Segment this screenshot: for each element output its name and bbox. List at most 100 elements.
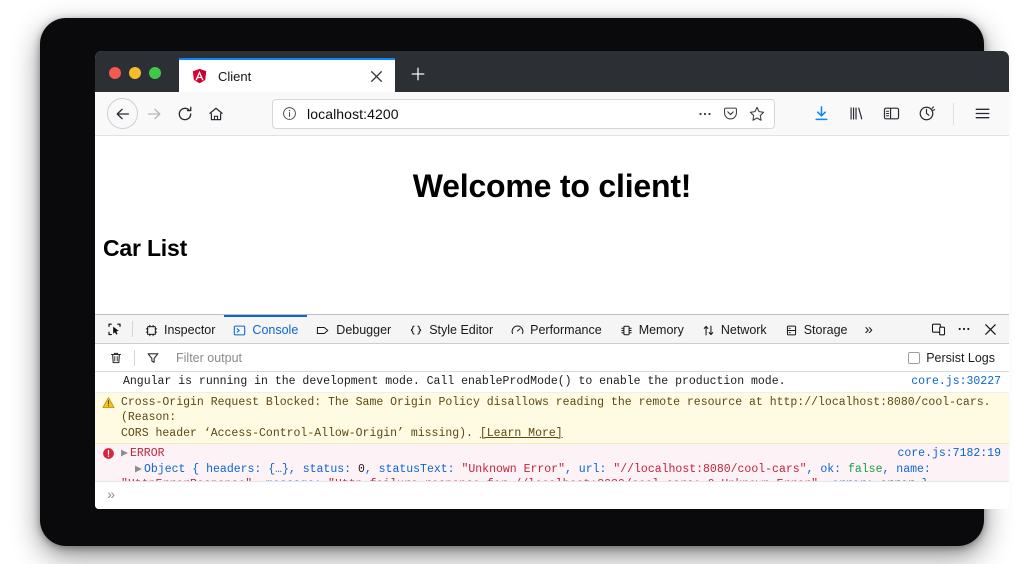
browser-window: Client bbox=[95, 51, 1009, 509]
object-expand-twisty[interactable]: ▶ bbox=[135, 462, 144, 478]
console-filter-bar: Filter output Persist Logs bbox=[95, 344, 1009, 372]
debugger-icon bbox=[316, 324, 330, 337]
storage-icon bbox=[785, 324, 798, 337]
sync-icon[interactable] bbox=[911, 99, 941, 129]
console-message-error[interactable]: ▶ERROR ▶Object { headers: {…}, status: 0… bbox=[95, 444, 1009, 481]
page-title: Welcome to client! bbox=[95, 168, 1009, 205]
persist-logs-toggle[interactable]: Persist Logs bbox=[908, 351, 1009, 365]
section-heading-car-list: Car List bbox=[103, 235, 1009, 262]
console-source-link[interactable]: core.js:7182:19 bbox=[897, 446, 1001, 462]
devtools-tab-memory[interactable]: Memory bbox=[611, 315, 693, 343]
devtools-tab-label: Console bbox=[252, 323, 298, 337]
angular-icon bbox=[191, 68, 208, 85]
pocket-icon[interactable] bbox=[720, 103, 741, 124]
home-button[interactable] bbox=[200, 98, 231, 129]
address-bar[interactable]: localhost:4200 bbox=[272, 99, 775, 129]
performance-icon bbox=[511, 324, 524, 337]
back-button[interactable] bbox=[107, 98, 138, 129]
ok-value: false bbox=[848, 463, 883, 476]
info-icon[interactable] bbox=[282, 106, 297, 121]
error-expand-twisty[interactable]: ▶ bbox=[121, 446, 130, 462]
name-key: , name: bbox=[882, 463, 930, 476]
console-input-row[interactable]: » bbox=[95, 481, 1009, 509]
minimize-window-button[interactable] bbox=[129, 67, 141, 79]
browser-tab-client[interactable]: Client bbox=[179, 58, 395, 92]
console-message-warning[interactable]: Cross-Origin Request Blocked: The Same O… bbox=[95, 393, 1009, 445]
console-prompt-chevron-icon: » bbox=[95, 488, 123, 504]
inspector-icon bbox=[145, 324, 158, 337]
message-value: "Http failure response for //localhost:8… bbox=[328, 478, 818, 481]
devtools-tab-label: Memory bbox=[639, 323, 684, 337]
status-value: 0 bbox=[358, 463, 365, 476]
object-close: } bbox=[915, 478, 929, 481]
warning-triangle-icon bbox=[95, 395, 121, 442]
error-title: ERROR bbox=[130, 447, 165, 460]
page-actions-button[interactable] bbox=[694, 103, 715, 124]
status-text-key: , statusText: bbox=[365, 463, 462, 476]
window-controls bbox=[95, 67, 174, 92]
trash-icon[interactable] bbox=[103, 351, 129, 365]
forward-button[interactable] bbox=[138, 98, 169, 129]
console-source-link[interactable]: core.js:30227 bbox=[911, 374, 1001, 390]
funnel-icon[interactable] bbox=[140, 351, 166, 365]
persist-logs-checkbox[interactable] bbox=[908, 352, 920, 364]
close-tab-button[interactable] bbox=[368, 68, 385, 85]
reload-button[interactable] bbox=[169, 98, 200, 129]
hamburger-menu-icon[interactable] bbox=[967, 99, 997, 129]
devtools-tab-network[interactable]: Network bbox=[693, 315, 776, 343]
log-gutter bbox=[95, 374, 121, 390]
warning-line-2: CORS header ‘Access-Control-Allow-Origin… bbox=[121, 427, 480, 440]
message-key: , message: bbox=[252, 478, 328, 481]
console-warning-body: Cross-Origin Request Blocked: The Same O… bbox=[121, 395, 1009, 442]
devtools-tab-label: Style Editor bbox=[429, 323, 493, 337]
bookmark-star-icon[interactable] bbox=[746, 103, 767, 124]
ok-key: , ok: bbox=[807, 463, 848, 476]
toolbar-divider bbox=[953, 103, 954, 125]
element-picker-icon[interactable] bbox=[99, 315, 129, 343]
close-window-button[interactable] bbox=[109, 67, 121, 79]
console-error-body: ▶ERROR ▶Object { headers: {…}, status: 0… bbox=[121, 446, 1009, 481]
memory-icon bbox=[620, 324, 633, 337]
name-value: "HttpErrorResponse" bbox=[121, 478, 252, 481]
devtools-tab-label: Inspector bbox=[164, 323, 215, 337]
filterbar-divider bbox=[134, 350, 135, 366]
devtools-tab-inspector[interactable]: Inspector bbox=[136, 315, 224, 343]
devtools-overflow-button[interactable]: » bbox=[856, 315, 880, 343]
console-message-log[interactable]: Angular is running in the development mo… bbox=[95, 372, 1009, 393]
devtools-tab-label: Storage bbox=[804, 323, 848, 337]
url-key: , url: bbox=[565, 463, 613, 476]
console-output[interactable]: Angular is running in the development mo… bbox=[95, 372, 1009, 481]
devtools-tab-storage[interactable]: Storage bbox=[776, 315, 857, 343]
learn-more-link[interactable]: [Learn More] bbox=[480, 427, 563, 440]
devtools-tab-bar: Inspector Console bbox=[95, 315, 1009, 344]
url-text: localhost:4200 bbox=[307, 106, 689, 122]
devtools-divider bbox=[132, 321, 133, 337]
page-content: Welcome to client! Car List bbox=[95, 136, 1009, 314]
zoom-window-button[interactable] bbox=[149, 67, 161, 79]
devtools-tab-style-editor[interactable]: Style Editor bbox=[400, 315, 502, 343]
error-object-line-2: "HttpErrorResponse", message: "Http fail… bbox=[121, 478, 928, 481]
new-tab-button[interactable] bbox=[403, 59, 433, 89]
devtools-tab-performance[interactable]: Performance bbox=[502, 315, 611, 343]
library-icon[interactable] bbox=[841, 99, 871, 129]
devtools-tab-label: Debugger bbox=[336, 323, 391, 337]
error-key: , error: bbox=[818, 478, 880, 481]
style-editor-icon bbox=[409, 324, 423, 337]
filter-output-input[interactable]: Filter output bbox=[166, 351, 908, 365]
url-value: "//localhost:8080/cool-cars" bbox=[613, 463, 806, 476]
devtools-tab-debugger[interactable]: Debugger bbox=[307, 315, 400, 343]
sidebar-icon[interactable] bbox=[876, 99, 906, 129]
devtools-meatball-menu-icon[interactable] bbox=[951, 315, 977, 343]
status-text-value: "Unknown Error" bbox=[461, 463, 565, 476]
error-object-line: ▶Object { headers: {…}, status: 0, statu… bbox=[121, 463, 931, 476]
error-circle-icon bbox=[95, 446, 121, 481]
responsive-design-mode-icon[interactable] bbox=[925, 315, 951, 343]
error-value: error bbox=[880, 478, 915, 481]
downloads-icon[interactable] bbox=[806, 99, 836, 129]
developer-tools-panel: Inspector Console bbox=[95, 314, 1009, 509]
network-icon bbox=[702, 324, 715, 337]
console-icon bbox=[233, 324, 246, 337]
devtools-tab-console[interactable]: Console bbox=[224, 315, 307, 343]
devtools-close-icon[interactable] bbox=[977, 315, 1003, 343]
console-message-text: Angular is running in the development mo… bbox=[121, 374, 1009, 390]
